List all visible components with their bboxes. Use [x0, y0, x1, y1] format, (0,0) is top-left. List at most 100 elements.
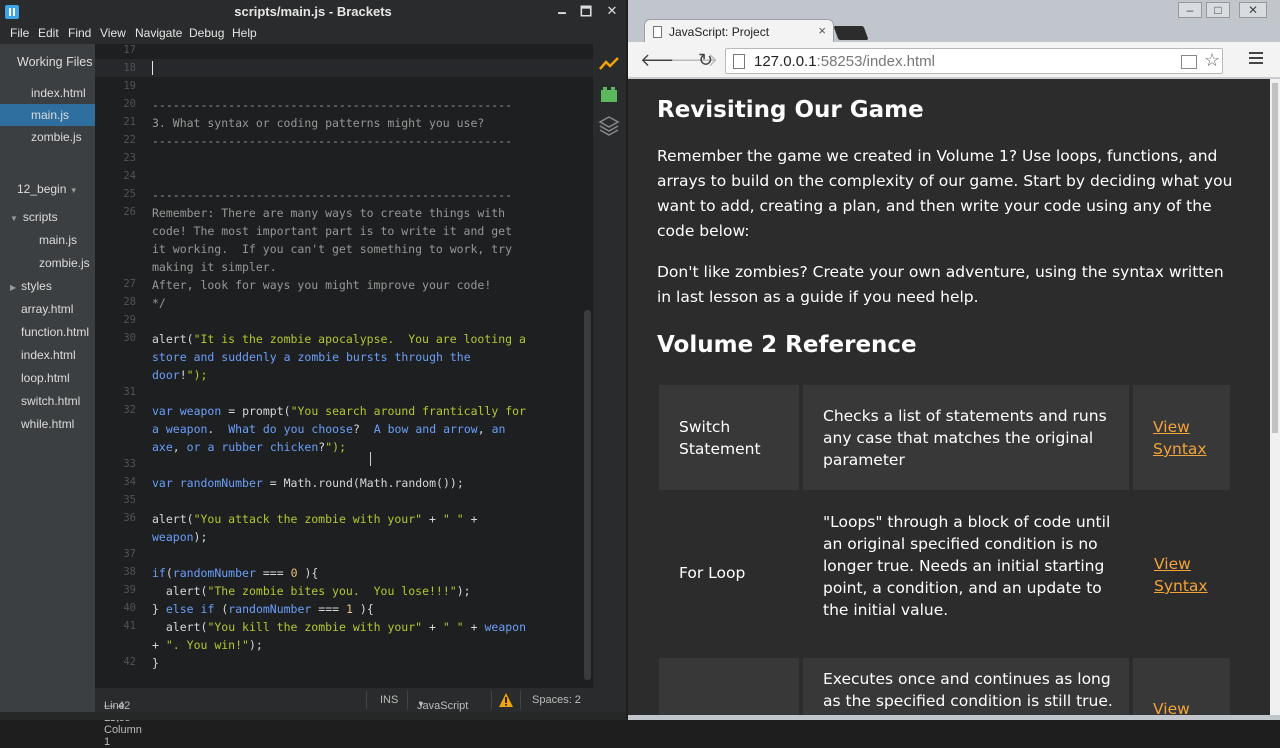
tree-file-main[interactable]: main.js [39, 233, 77, 247]
layers-icon[interactable] [598, 114, 620, 136]
tree-file-switch[interactable]: switch.html [21, 394, 80, 408]
live-preview-icon[interactable] [598, 54, 620, 76]
folder-open-icon: ▼ [10, 214, 18, 223]
chrome-menu-icon[interactable] [1249, 52, 1263, 67]
view-syntax-link[interactable]: View [1153, 698, 1190, 715]
code-line[interactable]: making it simpler. [152, 260, 277, 274]
scrollbar-thumb[interactable] [1272, 83, 1278, 433]
code-line[interactable]: var randomNumber = Math.round(Math.rando… [152, 476, 464, 490]
tree-file-zombie[interactable]: zombie.js [39, 256, 90, 270]
code-editor[interactable]: 17 18 19 20 21 22 23 24 25 26 27 28 29 30 31 32 33 34 35 36… [95, 44, 593, 688]
code-line[interactable]: ----------------------------------------… [152, 134, 512, 148]
editor-scrollbar[interactable] [584, 310, 591, 680]
tree-file-index[interactable]: index.html [21, 348, 76, 362]
bookmark-star-icon[interactable]: ☆ [1204, 50, 1220, 71]
line-number-gutter: 17 18 19 20 21 22 23 24 25 26 27 28 29 30 31 32 33 34 35 36… [95, 44, 140, 688]
chrome-minimize-icon[interactable]: – [1178, 2, 1202, 18]
chrome-maximize-icon[interactable]: □ [1206, 2, 1230, 18]
project-dropdown[interactable]: 12_begin ▼ [17, 182, 78, 196]
code-line[interactable]: alert("You attack the zombie with your" … [152, 512, 478, 526]
table-row: Executes once and continues as long as t… [657, 658, 1232, 715]
code-line[interactable]: if(randomNumber === 0 ){ [152, 566, 318, 580]
code-line[interactable]: it working. If you can't get something t… [152, 242, 512, 256]
sidebar: Working Files index.html main.js zombie.… [0, 44, 95, 720]
code-line[interactable]: alert("You kill the zombie with your" + … [152, 620, 526, 634]
table-cell: View [1133, 658, 1230, 715]
code-line[interactable]: a weapon. What do you choose? A bow and … [152, 422, 505, 436]
tree-file-array[interactable]: array.html [21, 302, 73, 316]
navigation-bar: 🡐 🡒 ↻ 127.0.0.1:58253/index.html ☆ [628, 42, 1280, 78]
line-number: 24 [123, 170, 136, 182]
tree-file-loop[interactable]: loop.html [21, 371, 70, 385]
reload-icon[interactable]: ↻ [698, 50, 713, 71]
code-line[interactable]: After, look for ways you might improve y… [152, 278, 491, 292]
tab-close-icon[interactable]: × [818, 23, 826, 38]
extension-manager-icon[interactable] [598, 84, 620, 106]
view-syntax-link[interactable]: View Syntax [1153, 416, 1213, 460]
line-number: 19 [123, 80, 136, 92]
menu-find[interactable]: Find [68, 26, 91, 40]
line-number: 28 [123, 296, 136, 308]
working-files-heading: Working Files [17, 55, 93, 69]
line-number: 38 [123, 566, 136, 578]
line-number: 31 [123, 386, 136, 398]
menu-debug[interactable]: Debug [189, 26, 224, 40]
table-cell: Switch Statement [659, 385, 799, 490]
menu-view[interactable]: View [100, 26, 126, 40]
code-line[interactable]: ----------------------------------------… [152, 98, 512, 112]
code-line[interactable]: store and suddenly a zombie bursts throu… [152, 350, 471, 364]
code-line[interactable]: alert("It is the zombie apocalypse. You … [152, 332, 526, 346]
tree-file-function[interactable]: function.html [21, 325, 89, 339]
chrome-close-icon[interactable]: ✕ [1239, 2, 1267, 18]
line-number: 36 [123, 512, 136, 524]
close-icon[interactable]: ✕ [601, 3, 623, 19]
code-line[interactable]: ----------------------------------------… [152, 188, 512, 202]
working-file-zombie[interactable]: zombie.js [31, 130, 82, 144]
code-line[interactable]: alert("The zombie bites you. You lose!!!… [152, 584, 471, 598]
insert-mode[interactable]: INS [380, 694, 398, 706]
line-number: 37 [123, 548, 136, 560]
menu-navigate[interactable]: Navigate [135, 26, 182, 40]
chevron-down-icon: ▼ [69, 186, 78, 195]
menu-file[interactable]: File [10, 26, 29, 40]
tree-file-while[interactable]: while.html [21, 417, 74, 431]
warning-icon[interactable] [498, 692, 514, 708]
code-line[interactable]: var weapon = prompt("You search around f… [152, 404, 526, 418]
menu-edit[interactable]: Edit [38, 26, 59, 40]
code-line[interactable]: */ [152, 296, 166, 310]
new-tab-button[interactable] [833, 26, 869, 40]
line-number: 35 [123, 494, 136, 506]
table-cell: Checks a list of statements and runs any… [803, 385, 1129, 490]
code-line[interactable]: 3. What syntax or coding patterns might … [152, 116, 484, 130]
working-file-main[interactable]: main.js [31, 108, 69, 122]
code-line[interactable]: axe, or a rubber chicken?"); [152, 440, 346, 454]
page-action-icon[interactable] [1181, 55, 1197, 69]
address-bar[interactable]: 127.0.0.1:58253/index.html ☆ [725, 48, 1223, 74]
code-line[interactable]: Remember: There are many ways to create … [152, 206, 505, 220]
page-scrollbar[interactable] [1270, 79, 1280, 715]
view-syntax-link[interactable]: View Syntax [1154, 553, 1214, 597]
code-line[interactable]: door!"); [152, 368, 207, 382]
current-line-highlight [95, 59, 593, 77]
code-line[interactable]: } else if (randomNumber === 1 ){ [152, 602, 374, 616]
working-file-index[interactable]: index.html [31, 86, 86, 100]
maximize-icon[interactable]: 🗖 [575, 3, 597, 25]
line-number: 42 [123, 656, 136, 668]
menu-help[interactable]: Help [232, 26, 257, 40]
divider [520, 691, 521, 709]
code-line[interactable]: code! The most important part is to writ… [152, 224, 512, 238]
table-row: Switch Statement Checks a list of statem… [657, 385, 1232, 490]
minimize-icon[interactable]: 🗕 [551, 3, 573, 25]
zombie-paragraph: Don't like zombies? Create your own adve… [657, 263, 1224, 306]
code-line[interactable]: + ". You win!"); [152, 638, 263, 652]
line-number: 17 [123, 44, 136, 56]
tree-folder-styles[interactable]: ▶ styles [10, 279, 52, 293]
browser-tab[interactable]: JavaScript: Project × [644, 19, 834, 43]
code-line[interactable]: } [152, 656, 159, 670]
tree-folder-scripts[interactable]: ▼ scripts [10, 210, 58, 224]
indent-spaces[interactable]: Spaces: 2 [532, 694, 581, 706]
code-line[interactable]: weapon); [152, 530, 207, 544]
line-number: 41 [123, 620, 136, 632]
line-number: 40 [123, 602, 136, 614]
reference-heading: Volume 2 Reference [657, 332, 917, 358]
